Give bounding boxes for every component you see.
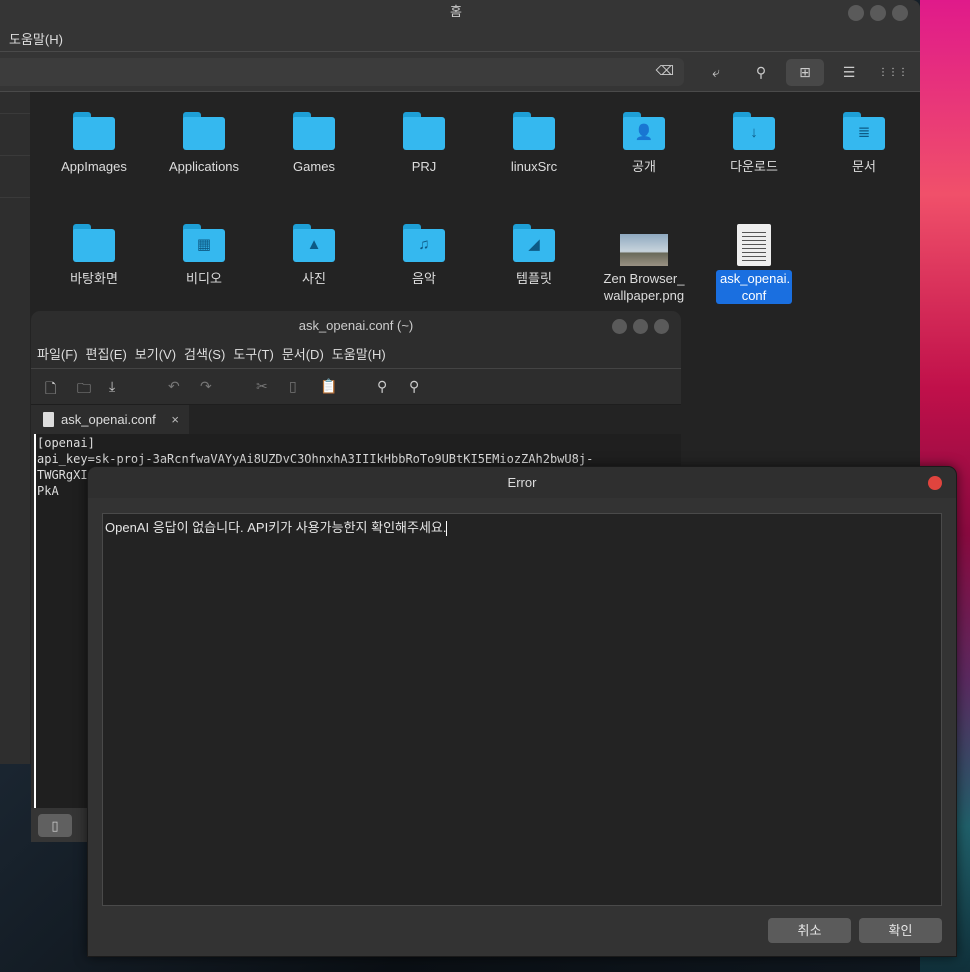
text-file-icon <box>737 224 771 266</box>
window-controls <box>848 5 908 21</box>
document-icon <box>43 412 54 427</box>
file-item[interactable]: ▲ 사진 <box>262 224 366 287</box>
menu-bar: 파일(F) 편집(E) 보기(V) 검색(S) 도구(T) 문서(D) 도움말(H) <box>31 341 681 369</box>
menu-view[interactable]: 보기(V) <box>135 347 176 362</box>
editor-title: ask_openai.conf (~) <box>298 318 414 333</box>
file-label: 템플릿 <box>516 271 552 286</box>
redo-icon[interactable]: ↷ <box>200 378 212 395</box>
file-item[interactable]: ▦ 비디오 <box>152 224 256 287</box>
file-item[interactable]: Games <box>262 112 366 175</box>
menu-file[interactable]: 파일(F) <box>37 347 78 362</box>
minimize-button[interactable] <box>848 5 864 21</box>
sidebar <box>0 92 30 764</box>
file-label: linuxSrc <box>510 159 558 174</box>
close-button[interactable] <box>654 319 669 334</box>
file-item[interactable]: Zen Browser_ wallpaper.png <box>592 224 696 304</box>
file-label: 음악 <box>412 271 436 286</box>
ok-button[interactable]: 확인 <box>859 918 942 943</box>
file-label: 다운로드 <box>730 159 778 174</box>
file-item[interactable]: ♫ 음악 <box>372 224 476 287</box>
folder-icon <box>293 112 335 150</box>
cancel-button[interactable]: 취소 <box>768 918 851 943</box>
dialog-title: Error <box>507 475 537 490</box>
folder-icon: ▦ <box>183 224 225 262</box>
folder-icon <box>73 224 115 262</box>
close-button[interactable] <box>892 5 908 21</box>
file-label: Applications <box>168 159 240 174</box>
copy-icon[interactable]: ▯ <box>289 378 297 395</box>
menu-search[interactable]: 검색(S) <box>184 347 225 362</box>
save-icon[interactable]: ⤓ <box>109 378 115 395</box>
folder-icon: ▲ <box>293 224 335 262</box>
menu-help[interactable]: 도움말(H) <box>9 32 63 47</box>
file-label: Zen Browser_ wallpaper.png <box>603 271 685 303</box>
search-icon[interactable]: ⚲ <box>742 59 780 86</box>
sidebar-toggle-button[interactable]: ▯ <box>38 814 72 837</box>
folder-icon: 👤 <box>623 112 665 150</box>
file-label: 비디오 <box>186 271 222 286</box>
file-item[interactable]: linuxSrc <box>482 112 586 175</box>
file-label: 공개 <box>632 159 656 174</box>
find-replace-icon[interactable]: ⚲ <box>409 378 419 395</box>
text-cursor <box>446 521 448 537</box>
list-view-button[interactable]: ☰ <box>830 59 868 86</box>
menu-edit[interactable]: 편집(E) <box>86 347 127 362</box>
menu-tools[interactable]: 도구(T) <box>233 347 274 362</box>
file-label: AppImages <box>61 159 127 174</box>
tab-label: ask_openai.conf <box>61 412 156 427</box>
icon-view-button[interactable]: ⊞ <box>786 59 824 86</box>
open-folder-icon[interactable]: 🗀 <box>77 378 91 402</box>
folder-icon <box>513 112 555 150</box>
file-item[interactable]: ≣ 문서 <box>812 112 916 175</box>
folder-icon <box>73 112 115 150</box>
folder-icon: ♫ <box>403 224 445 262</box>
editor-toolbar: 🗋 🗀 ⤓ ↶ ↷ ✂ ▯ 📋 ⚲ ⚲ <box>31 369 681 405</box>
folder-icon <box>403 112 445 150</box>
new-file-icon[interactable]: 🗋 <box>45 378 56 402</box>
file-item[interactable]: ↓ 다운로드 <box>702 112 806 175</box>
file-item[interactable]: ask_openai. conf <box>702 224 806 304</box>
message-text-area[interactable]: OpenAI 응답이 없습니다. API키가 사용가능한지 확인해주세요. <box>102 513 942 906</box>
file-label: PRJ <box>411 159 437 174</box>
close-button[interactable] <box>928 476 942 490</box>
find-icon[interactable]: ⚲ <box>377 378 387 395</box>
error-dialog: Error OpenAI 응답이 없습니다. API키가 사용가능한지 확인해주… <box>87 466 957 957</box>
cut-icon[interactable]: ✂ <box>256 378 268 395</box>
compact-view-button[interactable]: ⋮⋮⋮ <box>874 59 912 86</box>
image-thumbnail-icon <box>620 234 668 266</box>
file-item[interactable]: AppImages <box>42 112 146 175</box>
folder-icon: ◢ <box>513 224 555 262</box>
wrap-icon[interactable]: ⤶ <box>697 59 735 86</box>
clear-icon[interactable]: ⌫ <box>656 63 674 79</box>
maximize-button[interactable] <box>870 5 886 21</box>
file-label: 바탕화면 <box>70 271 118 286</box>
tab-close-icon[interactable]: × <box>171 405 179 434</box>
file-item[interactable]: Applications <box>152 112 256 175</box>
folder-icon: ≣ <box>843 112 885 150</box>
folder-icon: ↓ <box>733 112 775 150</box>
menu-help[interactable]: 도움말(H) <box>332 347 386 362</box>
file-label: ask_openai. conf <box>716 270 792 304</box>
file-item[interactable]: 👤 공개 <box>592 112 696 175</box>
error-message: OpenAI 응답이 없습니다. API키가 사용가능한지 확인해주세요. <box>105 520 447 535</box>
window-title: 홈 <box>0 0 920 28</box>
file-label: 문서 <box>852 159 876 174</box>
file-item[interactable]: 바탕화면 <box>42 224 146 287</box>
maximize-button[interactable] <box>633 319 648 334</box>
location-bar[interactable]: ⌫ <box>0 58 684 86</box>
toolbar: ⌫ ⤶ ⚲ ⊞ ☰ ⋮⋮⋮ <box>0 52 920 92</box>
folder-icon <box>183 112 225 150</box>
file-label: 사진 <box>302 271 326 286</box>
tab-ask-openai-conf[interactable]: ask_openai.conf × <box>31 405 189 434</box>
minimize-button[interactable] <box>612 319 627 334</box>
undo-icon[interactable]: ↶ <box>168 378 180 395</box>
file-label: Games <box>293 159 335 174</box>
file-item[interactable]: ◢ 템플릿 <box>482 224 586 287</box>
paste-icon[interactable]: 📋 <box>320 378 337 395</box>
file-item[interactable]: PRJ <box>372 112 476 175</box>
menu-document[interactable]: 문서(D) <box>282 347 324 362</box>
